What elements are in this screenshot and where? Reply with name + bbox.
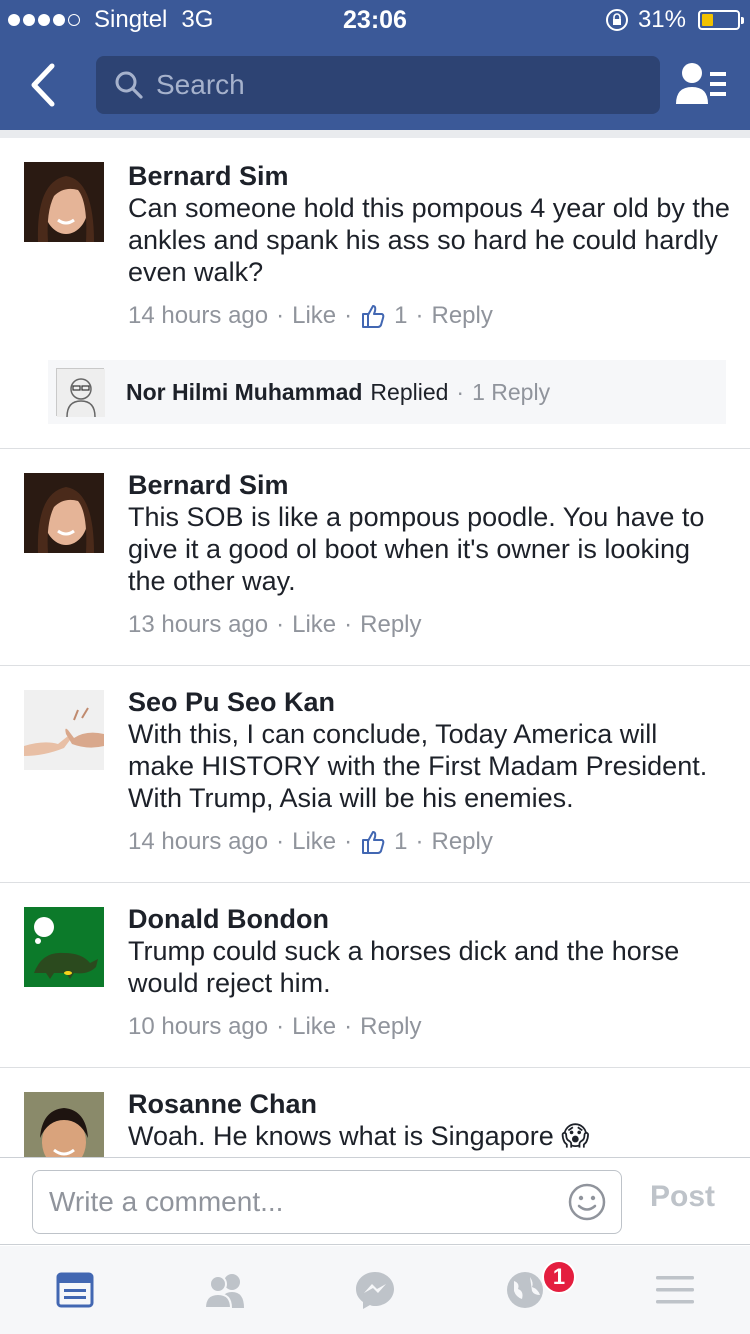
friends-icon	[203, 1274, 244, 1309]
globe-icon	[507, 1272, 543, 1308]
comment-author[interactable]: Seo Pu Seo Kan	[128, 686, 730, 718]
search-icon	[115, 71, 143, 99]
tab-more-menu[interactable]	[600, 1246, 750, 1334]
comment-item: Bernard Sim Can someone hold this pompou…	[0, 138, 750, 449]
thumbs-up-icon	[362, 831, 385, 854]
notification-badge: 1	[542, 1260, 576, 1294]
status-bar: Singtel 3G 23:06 31%	[0, 0, 750, 40]
avatar[interactable]	[24, 690, 104, 770]
post-button[interactable]: Post	[650, 1180, 715, 1214]
comment-time: 14 hours ago	[128, 828, 269, 855]
comment-composer: Write a comment... Post	[0, 1157, 750, 1245]
tab-notifications[interactable]: 1	[450, 1246, 600, 1334]
comment-item: Seo Pu Seo Kan With this, I can conclude…	[0, 666, 750, 883]
reply-author[interactable]: Nor Hilmi Muhammad	[126, 379, 362, 406]
avatar	[56, 368, 105, 418]
comment-feed[interactable]: Bernard Sim Can someone hold this pompou…	[0, 130, 750, 1157]
comment-text: With this, I can conclude, Today America…	[128, 719, 708, 813]
avatar[interactable]	[24, 1092, 104, 1157]
comment-author[interactable]: Rosanne Chan	[128, 1088, 730, 1120]
nav-bar: Search	[0, 40, 750, 130]
tab-messenger[interactable]	[300, 1246, 450, 1334]
comment-author[interactable]: Bernard Sim	[128, 469, 730, 501]
friend-list-icon[interactable]	[676, 60, 728, 110]
reply-button[interactable]: Reply	[360, 1013, 421, 1041]
comment-time: 10 hours ago	[128, 1013, 269, 1040]
comment-time: 13 hours ago	[128, 611, 269, 638]
like-count: 1	[394, 828, 408, 855]
reply-button[interactable]: Reply	[432, 302, 493, 330]
search-placeholder: Search	[156, 69, 245, 100]
search-input[interactable]: Search	[96, 56, 660, 114]
rotation-lock-icon	[605, 9, 628, 31]
news-feed-icon	[56, 1272, 94, 1308]
app-header: Singtel 3G 23:06 31% Search	[0, 0, 750, 130]
reply-count[interactable]: 1 Reply	[472, 379, 550, 406]
like-button[interactable]: Like	[292, 1013, 336, 1041]
like-button[interactable]: Like	[292, 302, 336, 330]
comment-meta: 13 hours ago · Like · Reply	[128, 611, 422, 639]
reply-action: Replied	[370, 378, 449, 405]
tab-bar: 1	[0, 1246, 750, 1334]
comment-text: Trump could suck a horses dick and the h…	[128, 936, 680, 998]
comment-time: 14 hours ago	[128, 302, 269, 329]
tab-news-feed[interactable]	[0, 1246, 150, 1334]
like-button[interactable]: Like	[292, 828, 336, 856]
avatar[interactable]	[24, 907, 104, 987]
avatar[interactable]	[24, 473, 104, 553]
comment-meta: 14 hours ago · Like · 1 · Reply	[128, 828, 493, 856]
battery-percent: 31%	[637, 6, 686, 33]
comment-input-placeholder: Write a comment...	[49, 1186, 284, 1217]
tab-friend-requests[interactable]	[150, 1246, 300, 1334]
comment-text: Woah. He knows what is Singapore 😱	[128, 1121, 590, 1151]
emoji-icon[interactable]	[567, 1182, 607, 1222]
reply-button[interactable]: Reply	[432, 828, 493, 856]
comment-item: Rosanne Chan Woah. He knows what is Sing…	[0, 1068, 750, 1157]
comment-item: Bernard Sim This SOB is like a pompous p…	[0, 449, 750, 666]
comment-meta: 14 hours ago · Like · 1 · Reply	[128, 302, 493, 330]
thumbs-up-icon	[362, 305, 385, 328]
avatar[interactable]	[24, 162, 104, 242]
messenger-icon	[356, 1272, 394, 1309]
comment-meta: 10 hours ago · Like · Reply	[128, 1013, 422, 1041]
reply-summary[interactable]: Nor Hilmi Muhammad Replied · 1 Reply	[48, 360, 726, 424]
like-count: 1	[394, 302, 408, 329]
reply-button[interactable]: Reply	[360, 611, 421, 639]
comment-text: Can someone hold this pompous 4 year old…	[128, 193, 730, 287]
comment-author[interactable]: Bernard Sim	[128, 160, 730, 192]
comment-author[interactable]: Donald Bondon	[128, 903, 730, 935]
like-button[interactable]: Like	[292, 611, 336, 639]
comment-text: This SOB is like a pompous poodle. You h…	[128, 502, 705, 596]
comment-item: Donald Bondon Trump could suck a horses …	[0, 883, 750, 1068]
back-arrow-icon[interactable]	[22, 58, 66, 112]
hamburger-menu-icon	[656, 1276, 694, 1304]
battery-icon	[698, 10, 744, 30]
comment-input[interactable]: Write a comment...	[32, 1170, 622, 1234]
